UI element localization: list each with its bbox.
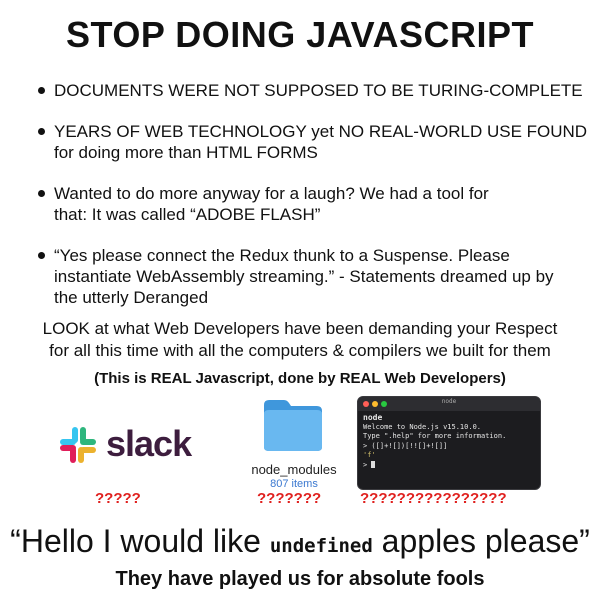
look-line1: LOOK at what Web Developers have been de… [42, 319, 558, 338]
terminal-tab-label: node [363, 413, 383, 422]
terminal-prompt-line: > [363, 460, 535, 471]
folder-question-marks: ??????? [257, 490, 322, 507]
slack-question-marks: ????? [95, 490, 141, 507]
footer-caption: They have played us for absolute fools [115, 568, 485, 590]
bullet-2: YEARS OF WEB TECHNOLOGY yet NO REAL-WORL… [38, 121, 588, 163]
look-line2: for all this time with all the computers… [49, 341, 551, 360]
apples-quote: “Hello I would like undefined apples ple… [0, 523, 600, 560]
quote-after: apples please” [372, 523, 590, 559]
quote-undefined: undefined [269, 535, 373, 557]
slack-hash-icon [60, 427, 96, 463]
terminal-result: 'f' [363, 451, 376, 459]
bullet-2-line1: YEARS OF WEB TECHNOLOGY yet NO REAL-WORL… [54, 122, 588, 141]
terminal-title: node [441, 398, 457, 405]
folder-name: node_modules [251, 462, 337, 477]
bullet-4-line1: “Yes please connect the Redux thunk to a… [54, 246, 510, 265]
bullet-4-line2: instantiate WebAssembly streaming.” - St… [54, 267, 554, 286]
bullet-2-line2: for doing more than HTML FORMS [54, 143, 318, 162]
terminal-prompt: > [363, 460, 368, 469]
bullet-4: “Yes please connect the Redux thunk to a… [38, 245, 588, 308]
look-caption: LOOK at what Web Developers have been de… [0, 318, 600, 362]
meme-title: STOP DOING JAVASCRIPT [66, 14, 534, 55]
bullet-3-line2: that: It was called “ADOBE FLASH” [54, 205, 321, 224]
terminal-line-2: Type ".help" for more information. [363, 432, 507, 440]
slack-wordmark: slack [106, 423, 192, 464]
bullet-1-line1: DOCUMENTS WERE NOT SUPPOSED TO BE TURING… [54, 81, 583, 100]
folder-item-count: 807 items [270, 478, 318, 490]
slack-logo: slack [58, 423, 218, 465]
bullet-4-line3: the utterly Deranged [54, 288, 209, 307]
terminal-line-3: > ([]+![])[!![]+![]] [363, 441, 448, 450]
bullet-1: DOCUMENTS WERE NOT SUPPOSED TO BE TURING… [38, 80, 588, 101]
quote-before: “Hello I would like [10, 523, 270, 559]
terminal-titlebar: node [358, 397, 540, 411]
bullet-3: Wanted to do more anyway for a laugh? We… [38, 183, 588, 225]
bullet-list: DOCUMENTS WERE NOT SUPPOSED TO BE TURING… [38, 80, 588, 328]
terminal-cursor [371, 460, 376, 468]
terminal-output: node Welcome to Node.js v15.10.0. Type ".h… [358, 411, 540, 472]
bullet-3-line1: Wanted to do more anyway for a laugh? We… [54, 184, 489, 203]
terminal-question-marks: ???????????????? [360, 490, 507, 507]
folder-icon [264, 400, 322, 451]
real-javascript-note: (This is REAL Javascript, done by REAL W… [94, 370, 506, 387]
node-terminal-window: node node Welcome to Node.js v15.10.0. Typ… [357, 396, 541, 490]
terminal-line-1: Welcome to Node.js v15.10.0. [363, 422, 482, 431]
